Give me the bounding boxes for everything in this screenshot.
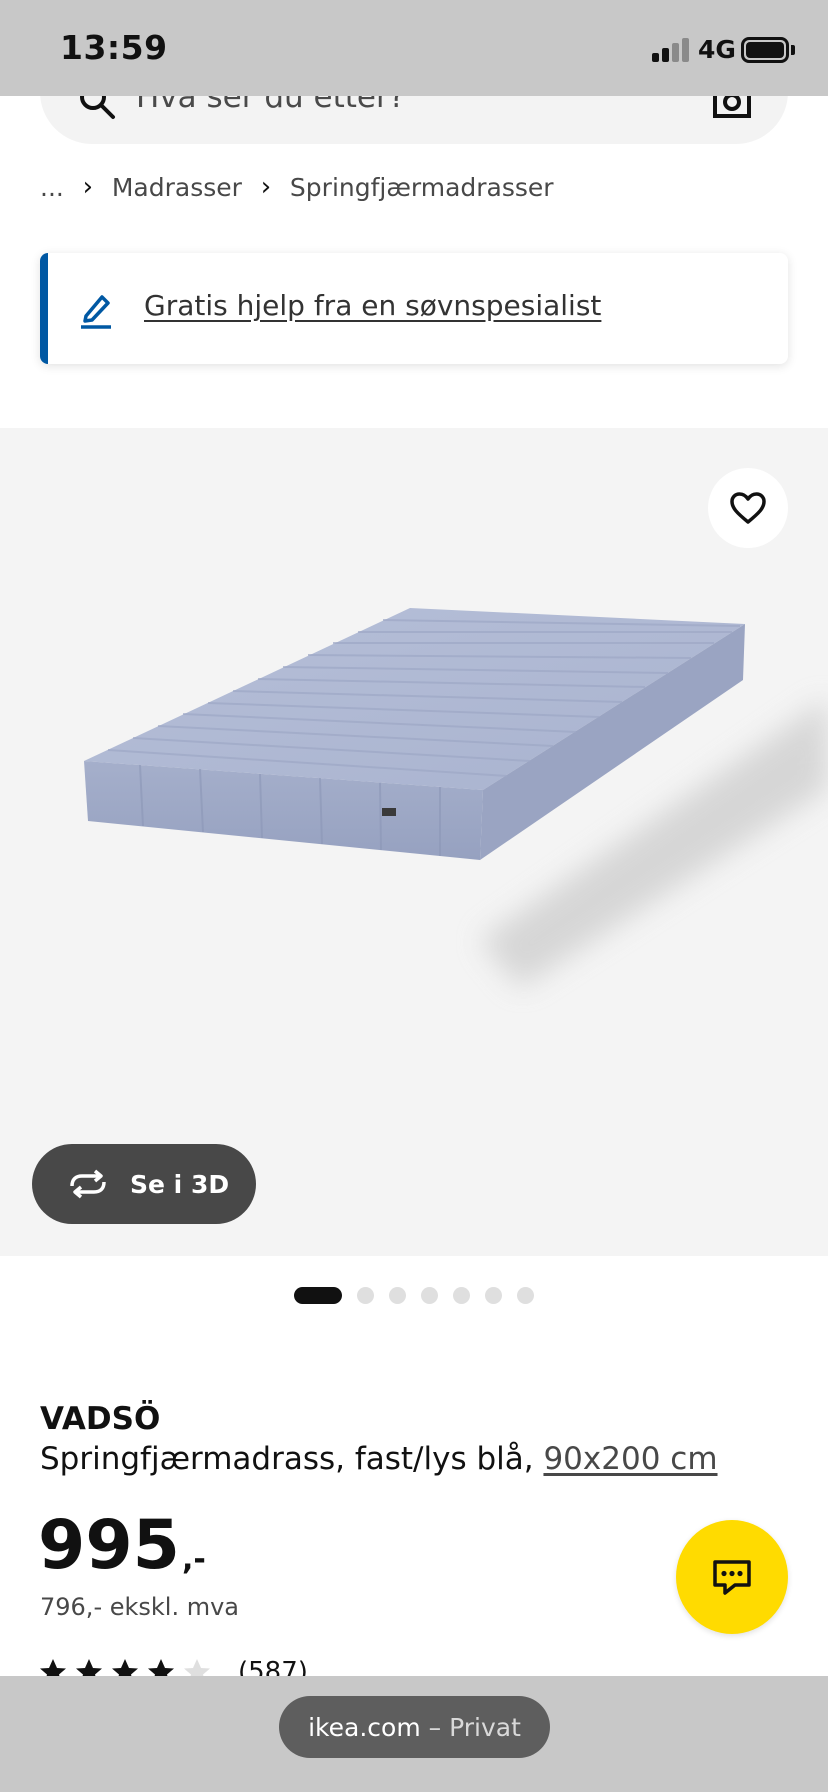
product-description: Springfjærmadrass, fast/lys blå, 90x200 … bbox=[40, 1441, 718, 1477]
product-price: 995 ,- bbox=[38, 1512, 206, 1580]
chevron-right-icon: › bbox=[82, 172, 94, 202]
breadcrumb-item-madrasser[interactable]: Madrasser bbox=[112, 173, 242, 202]
breadcrumb-item-springfjaermadrasser[interactable]: Springfjærmadrasser bbox=[290, 173, 554, 202]
browser-bottom-bar: ikea.com – Privat bbox=[0, 1676, 828, 1792]
banner-accent bbox=[40, 253, 48, 364]
status-time: 13:59 bbox=[60, 28, 168, 67]
carousel-dot[interactable] bbox=[453, 1287, 470, 1304]
carousel-dot[interactable] bbox=[294, 1287, 342, 1304]
product-description-text: Springfjærmadrass, fast/lys blå, bbox=[40, 1441, 544, 1477]
carousel-dot[interactable] bbox=[389, 1287, 406, 1304]
address-bar[interactable]: ikea.com – Privat bbox=[279, 1696, 550, 1758]
private-mode-label: – Privat bbox=[428, 1712, 521, 1742]
status-bar: 13:59 4G bbox=[0, 0, 828, 96]
chevron-right-icon: › bbox=[260, 172, 272, 202]
network-label: 4G bbox=[698, 35, 736, 64]
carousel-dot[interactable] bbox=[421, 1287, 438, 1304]
carousel-dot[interactable] bbox=[517, 1287, 534, 1304]
product-name: VADSÖ bbox=[40, 1401, 161, 1437]
price-suffix: ,- bbox=[181, 1542, 206, 1577]
sleep-specialist-link[interactable]: Gratis hjelp fra en søvnspesialist bbox=[144, 289, 601, 322]
view-in-3d-label: Se i 3D bbox=[130, 1169, 230, 1199]
carousel-dot[interactable] bbox=[485, 1287, 502, 1304]
sleep-specialist-banner[interactable]: Gratis hjelp fra en søvnspesialist bbox=[40, 253, 788, 364]
product-image[interactable]: Se i 3D bbox=[0, 428, 828, 1256]
breadcrumb: ... › Madrasser › Springfjærmadrasser bbox=[40, 170, 554, 204]
signal-icon bbox=[652, 38, 690, 62]
view-in-3d-button[interactable]: Se i 3D bbox=[32, 1144, 256, 1224]
price-ex-vat: 796,- ekskl. mva bbox=[40, 1593, 240, 1621]
breadcrumb-ellipsis[interactable]: ... bbox=[40, 173, 64, 202]
heart-icon bbox=[730, 492, 766, 524]
favourite-button[interactable] bbox=[708, 468, 788, 548]
carousel-dots bbox=[0, 1287, 828, 1305]
rotate-3d-icon bbox=[70, 1169, 106, 1199]
price-amount: 995 bbox=[38, 1506, 180, 1585]
product-size-link[interactable]: 90x200 cm bbox=[543, 1441, 717, 1477]
chat-button[interactable] bbox=[676, 1520, 788, 1634]
chat-icon bbox=[713, 1560, 751, 1595]
url-host: ikea.com bbox=[308, 1712, 421, 1742]
mattress-image bbox=[84, 608, 828, 988]
pencil-icon bbox=[81, 295, 111, 329]
battery-tip bbox=[791, 45, 795, 55]
battery-icon bbox=[741, 37, 789, 63]
carousel-dot[interactable] bbox=[357, 1287, 374, 1304]
